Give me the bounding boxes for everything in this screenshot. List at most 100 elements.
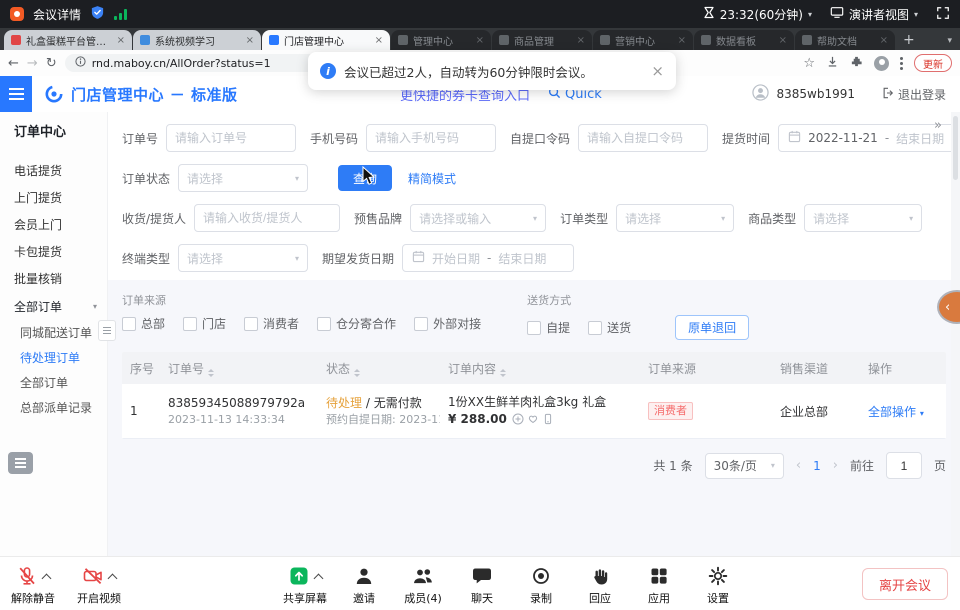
browser-tab[interactable]: 数据看板 ×: [694, 30, 794, 50]
sidebar-list-button[interactable]: [8, 452, 33, 474]
tab-close-icon[interactable]: ×: [375, 35, 383, 46]
meeting-timer[interactable]: 23:32(60分钟) ▾: [703, 6, 812, 23]
invite-button[interactable]: 邀请: [341, 564, 387, 606]
username[interactable]: 8385wb1991: [776, 87, 855, 101]
goods-type-select[interactable]: 请选择 ▾: [804, 204, 922, 232]
share-screen-button[interactable]: 共享屏幕: [282, 564, 328, 606]
th-content[interactable]: 订单内容: [440, 360, 640, 377]
apps-button[interactable]: 应用: [636, 564, 682, 606]
checkbox-consumer[interactable]: 消费者: [244, 315, 299, 332]
order-no-input[interactable]: [166, 124, 296, 152]
sidebar-item-all-orders[interactable]: 全部订单: [0, 371, 107, 396]
sidebar-item-pending-orders[interactable]: 待处理订单: [0, 346, 107, 371]
sidebar-item-member-visit[interactable]: 会员上门: [0, 212, 107, 239]
order-type-select[interactable]: 请选择 ▾: [616, 204, 734, 232]
tab-close-icon[interactable]: ×: [117, 35, 125, 46]
logout-button[interactable]: 退出登录: [882, 86, 946, 103]
tab-list-chevron-icon[interactable]: ▾: [947, 36, 952, 46]
tab-close-icon[interactable]: ×: [246, 35, 254, 46]
chat-button[interactable]: 聊天: [459, 564, 505, 606]
browser-tab[interactable]: 管理中心 ×: [391, 30, 491, 50]
current-page[interactable]: 1: [813, 459, 821, 473]
pickup-code-input[interactable]: [578, 124, 708, 152]
tab-close-icon[interactable]: ×: [577, 35, 585, 46]
fullscreen-icon[interactable]: [936, 6, 950, 23]
sort-icon[interactable]: [208, 369, 214, 377]
site-info-icon[interactable]: [75, 56, 86, 70]
scrollbar-thumb[interactable]: [953, 116, 958, 180]
record-button[interactable]: 录制: [518, 564, 564, 606]
new-tab-button[interactable]: +: [903, 32, 915, 48]
remark-icon[interactable]: [512, 413, 524, 425]
expect-ship-daterange[interactable]: 开始日期 - 结束日期: [402, 244, 574, 272]
tab-close-icon[interactable]: ×: [779, 35, 787, 46]
all-actions-link[interactable]: 全部操作 ▾: [868, 405, 924, 419]
checkbox-hq[interactable]: 总部: [122, 315, 165, 332]
start-video-button[interactable]: 开启视频: [76, 564, 122, 606]
phone-input[interactable]: [366, 124, 496, 152]
expand-options-icon[interactable]: [108, 574, 118, 584]
tab-close-icon[interactable]: ×: [476, 35, 484, 46]
sidebar-item-batch-verify[interactable]: 批量核销: [0, 266, 107, 293]
checkbox-delivery[interactable]: 送货: [588, 319, 631, 336]
checkbox-store[interactable]: 门店: [183, 315, 226, 332]
checkbox-external[interactable]: 外部对接: [414, 315, 481, 332]
settings-button[interactable]: 设置: [695, 564, 741, 606]
sidebar-item-phone-pickup[interactable]: 电话提货: [0, 158, 107, 185]
meeting-details-label[interactable]: 会议详情: [33, 6, 81, 23]
prev-page-icon[interactable]: ‹: [796, 458, 801, 473]
sidebar-item-city-delivery[interactable]: 同城配送订单: [0, 321, 107, 346]
browser-menu-icon[interactable]: [900, 57, 903, 70]
toast-close-icon[interactable]: ×: [651, 62, 664, 80]
browser-tab-active[interactable]: 门店管理中心 ×: [262, 30, 390, 50]
page-size-select[interactable]: 30条/页 ▾: [705, 453, 784, 479]
next-page-icon[interactable]: ›: [833, 458, 838, 473]
pickup-time-daterange[interactable]: 2022-11-21 - 结束日期: [778, 124, 960, 152]
browser-update-button[interactable]: 更新: [914, 54, 952, 72]
browser-tab[interactable]: 帮助文档 ×: [795, 30, 895, 50]
browser-tab[interactable]: 系统视频学习 ×: [133, 30, 261, 50]
page-scrollbar[interactable]: [951, 112, 960, 556]
unmute-button[interactable]: 解除静音: [10, 564, 56, 606]
checkbox-warehouse-coop[interactable]: 仓分寄合作: [317, 315, 396, 332]
browser-profile-avatar[interactable]: [874, 56, 889, 71]
tab-close-icon[interactable]: ×: [678, 35, 686, 46]
sort-icon[interactable]: [500, 369, 506, 377]
forward-icon[interactable]: →: [27, 57, 38, 70]
favorite-icon[interactable]: [527, 413, 539, 425]
sidebar-item-card-pickup[interactable]: 卡包提货: [0, 239, 107, 266]
expand-options-icon[interactable]: [42, 574, 52, 584]
sidebar-item-door-pickup[interactable]: 上门提货: [0, 185, 107, 212]
reload-icon[interactable]: ↻: [46, 57, 57, 70]
order-status-select[interactable]: 请选择 ▾: [178, 164, 308, 192]
terminal-type-select[interactable]: 请选择 ▾: [178, 244, 308, 272]
original-return-button[interactable]: 原单退回: [675, 315, 749, 340]
receiver-input[interactable]: [194, 204, 340, 232]
browser-tab[interactable]: 营销中心 ×: [593, 30, 693, 50]
sidebar-group-all-orders[interactable]: 全部订单 ▾: [0, 293, 107, 321]
presale-brand-select[interactable]: 请选择或输入 ▾: [410, 204, 546, 232]
goto-page-input[interactable]: [886, 452, 922, 479]
simple-mode-link[interactable]: 精简模式: [408, 170, 456, 187]
security-shield-icon[interactable]: [90, 5, 105, 23]
extensions-icon[interactable]: [850, 55, 863, 72]
th-status[interactable]: 状态: [318, 360, 440, 377]
th-order-no[interactable]: 订单号: [160, 360, 318, 377]
sidebar-collapse-handle[interactable]: [98, 320, 116, 341]
download-icon[interactable]: [826, 55, 839, 72]
back-icon[interactable]: ←: [8, 57, 19, 70]
bookmark-star-icon[interactable]: ☆: [803, 56, 815, 71]
leave-meeting-button[interactable]: 离开会议: [862, 568, 948, 600]
reaction-button[interactable]: 回应: [577, 564, 623, 606]
expand-options-icon[interactable]: [314, 574, 324, 584]
hamburger-menu-icon[interactable]: [0, 76, 32, 112]
browser-tab[interactable]: 礼盒蛋糕平台管理中心 ×: [4, 30, 132, 50]
sort-icon[interactable]: [354, 369, 360, 377]
tab-close-icon[interactable]: ×: [880, 35, 888, 46]
phone-icon[interactable]: [542, 413, 554, 425]
browser-tab[interactable]: 商品管理 ×: [492, 30, 592, 50]
sidebar-item-hq-dispatch[interactable]: 总部派单记录: [0, 396, 107, 421]
panel-collapse-icon[interactable]: »: [934, 118, 942, 133]
checkbox-self-pickup[interactable]: 自提: [527, 319, 570, 336]
view-mode-selector[interactable]: 演讲者视图 ▾: [830, 6, 918, 23]
